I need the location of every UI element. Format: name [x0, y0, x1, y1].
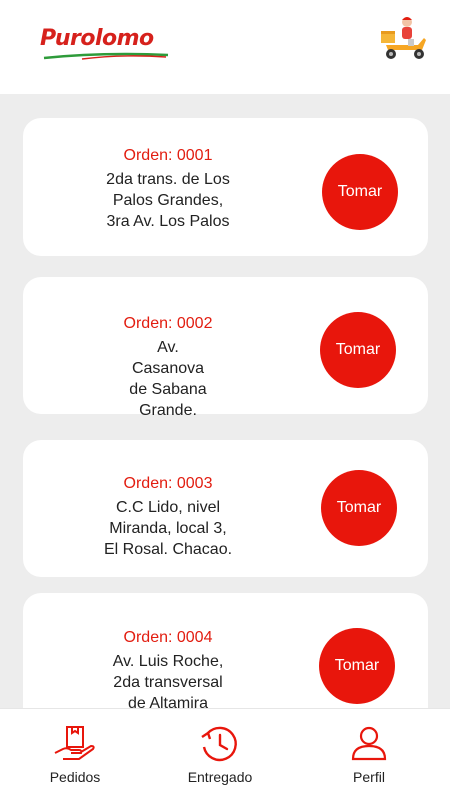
- tab-label: Entregado: [187, 769, 253, 785]
- order-number: Orden: 0002: [123, 315, 213, 332]
- purolomo-logo: Purolomo: [40, 26, 170, 62]
- order-info: Orden: 0001 2da trans. de Los Palos Gran…: [23, 146, 313, 232]
- logo-swoosh-icon: [43, 52, 169, 60]
- tab-label: Pedidos: [49, 769, 101, 785]
- bottom-tab-bar: Pedidos Entregado Perfil: [0, 708, 450, 800]
- user-icon: [351, 726, 387, 761]
- order-address: 2da trans. de Los Palos Grandes, 3ra Av.…: [106, 171, 230, 230]
- order-number: Orden: 0001: [123, 147, 213, 164]
- take-order-button[interactable]: Tomar: [319, 628, 395, 704]
- order-address: Av. Luis Roche, 2da transversal de Altam…: [112, 653, 224, 708]
- app-header: Purolomo: [0, 0, 450, 94]
- history-clock-icon: [201, 726, 237, 762]
- take-order-button[interactable]: Tomar: [320, 312, 396, 388]
- order-info: Orden: 0003 C.C Lido, nivel Miranda, loc…: [23, 474, 313, 560]
- box-in-hand-icon: [54, 726, 95, 760]
- order-address: C.C Lido, nivel Miranda, local 3, El Ros…: [103, 499, 233, 558]
- order-info: Orden: 0004 Av. Luis Roche, 2da transver…: [23, 628, 313, 708]
- order-number: Orden: 0004: [123, 629, 213, 646]
- order-card: Orden: 0001 2da trans. de Los Palos Gran…: [23, 118, 428, 256]
- tab-pedidos[interactable]: Pedidos: [0, 709, 150, 800]
- take-order-button[interactable]: Tomar: [322, 154, 398, 230]
- order-address: Av. Casanova de Sabana Grande.: [129, 339, 207, 419]
- orders-list[interactable]: Orden: 0001 2da trans. de Los Palos Gran…: [0, 94, 450, 708]
- order-number: Orden: 0003: [123, 475, 213, 492]
- take-order-button[interactable]: Tomar: [321, 470, 397, 546]
- tab-entregado[interactable]: Entregado: [145, 709, 295, 800]
- delivery-rider-icon[interactable]: [378, 14, 430, 64]
- tab-perfil[interactable]: Perfil: [294, 709, 444, 800]
- order-info: Orden: 0002 Av. Casanova de Sabana Grand…: [23, 314, 313, 421]
- order-card: Orden: 0004 Av. Luis Roche, 2da transver…: [23, 593, 428, 708]
- order-card: Orden: 0002 Av. Casanova de Sabana Grand…: [23, 277, 428, 419]
- tab-label: Perfil: [353, 769, 385, 785]
- brand-name: Purolomo: [40, 26, 154, 51]
- order-card: Orden: 0003 C.C Lido, nivel Miranda, loc…: [23, 440, 428, 577]
